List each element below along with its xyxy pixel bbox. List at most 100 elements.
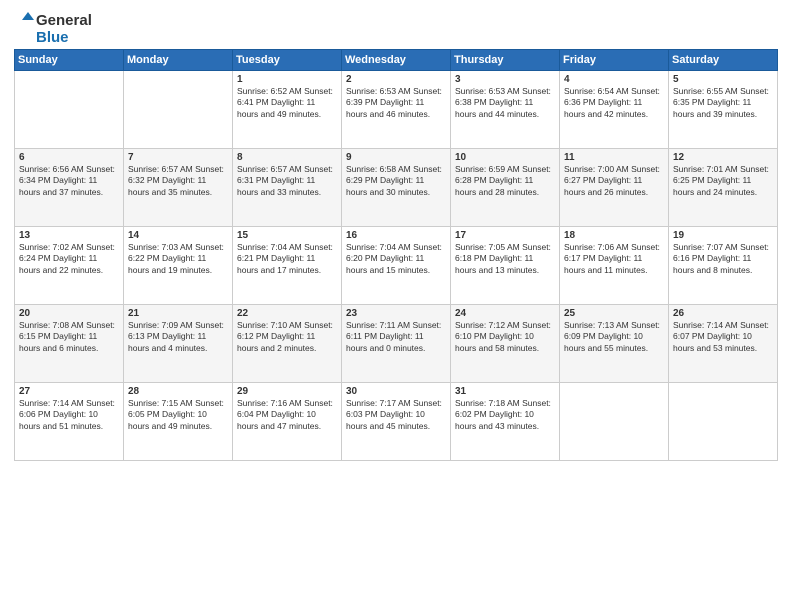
- day-number: 30: [346, 386, 446, 397]
- day-info: Sunrise: 7:09 AM Sunset: 6:13 PM Dayligh…: [128, 320, 228, 354]
- day-cell: 4Sunrise: 6:54 AM Sunset: 6:36 PM Daylig…: [560, 71, 669, 149]
- day-number: 9: [346, 152, 446, 163]
- day-info: Sunrise: 6:57 AM Sunset: 6:32 PM Dayligh…: [128, 164, 228, 198]
- day-number: 29: [237, 386, 337, 397]
- week-row-5: 27Sunrise: 7:14 AM Sunset: 6:06 PM Dayli…: [15, 383, 778, 461]
- day-cell: 7Sunrise: 6:57 AM Sunset: 6:32 PM Daylig…: [124, 149, 233, 227]
- day-number: 10: [455, 152, 555, 163]
- day-cell: 23Sunrise: 7:11 AM Sunset: 6:11 PM Dayli…: [342, 305, 451, 383]
- day-number: 18: [564, 230, 664, 241]
- weekday-header-row: SundayMondayTuesdayWednesdayThursdayFrid…: [15, 50, 778, 71]
- day-cell: 5Sunrise: 6:55 AM Sunset: 6:35 PM Daylig…: [669, 71, 778, 149]
- calendar-table: SundayMondayTuesdayWednesdayThursdayFrid…: [14, 49, 778, 461]
- day-number: 17: [455, 230, 555, 241]
- day-info: Sunrise: 6:52 AM Sunset: 6:41 PM Dayligh…: [237, 86, 337, 120]
- logo-general: General: [36, 13, 92, 28]
- weekday-header-sunday: Sunday: [15, 50, 124, 71]
- day-info: Sunrise: 7:14 AM Sunset: 6:07 PM Dayligh…: [673, 320, 773, 354]
- day-number: 5: [673, 74, 773, 85]
- day-cell: 30Sunrise: 7:17 AM Sunset: 6:03 PM Dayli…: [342, 383, 451, 461]
- weekday-header-monday: Monday: [124, 50, 233, 71]
- day-info: Sunrise: 7:16 AM Sunset: 6:04 PM Dayligh…: [237, 398, 337, 432]
- week-row-1: 1Sunrise: 6:52 AM Sunset: 6:41 PM Daylig…: [15, 71, 778, 149]
- day-number: 27: [19, 386, 119, 397]
- day-number: 12: [673, 152, 773, 163]
- day-info: Sunrise: 7:12 AM Sunset: 6:10 PM Dayligh…: [455, 320, 555, 354]
- weekday-header-thursday: Thursday: [451, 50, 560, 71]
- day-number: 20: [19, 308, 119, 319]
- day-info: Sunrise: 7:11 AM Sunset: 6:11 PM Dayligh…: [346, 320, 446, 354]
- day-cell: [15, 71, 124, 149]
- day-info: Sunrise: 7:14 AM Sunset: 6:06 PM Dayligh…: [19, 398, 119, 432]
- day-info: Sunrise: 7:10 AM Sunset: 6:12 PM Dayligh…: [237, 320, 337, 354]
- week-row-4: 20Sunrise: 7:08 AM Sunset: 6:15 PM Dayli…: [15, 305, 778, 383]
- day-number: 22: [237, 308, 337, 319]
- day-cell: 8Sunrise: 6:57 AM Sunset: 6:31 PM Daylig…: [233, 149, 342, 227]
- day-number: 23: [346, 308, 446, 319]
- day-info: Sunrise: 7:08 AM Sunset: 6:15 PM Dayligh…: [19, 320, 119, 354]
- day-cell: 26Sunrise: 7:14 AM Sunset: 6:07 PM Dayli…: [669, 305, 778, 383]
- day-cell: 6Sunrise: 6:56 AM Sunset: 6:34 PM Daylig…: [15, 149, 124, 227]
- day-number: 14: [128, 230, 228, 241]
- weekday-header-saturday: Saturday: [669, 50, 778, 71]
- day-number: 2: [346, 74, 446, 85]
- day-cell: 29Sunrise: 7:16 AM Sunset: 6:04 PM Dayli…: [233, 383, 342, 461]
- day-cell: 14Sunrise: 7:03 AM Sunset: 6:22 PM Dayli…: [124, 227, 233, 305]
- day-cell: 21Sunrise: 7:09 AM Sunset: 6:13 PM Dayli…: [124, 305, 233, 383]
- day-info: Sunrise: 6:58 AM Sunset: 6:29 PM Dayligh…: [346, 164, 446, 198]
- day-cell: 15Sunrise: 7:04 AM Sunset: 6:21 PM Dayli…: [233, 227, 342, 305]
- day-info: Sunrise: 7:04 AM Sunset: 6:21 PM Dayligh…: [237, 242, 337, 276]
- week-row-2: 6Sunrise: 6:56 AM Sunset: 6:34 PM Daylig…: [15, 149, 778, 227]
- day-number: 8: [237, 152, 337, 163]
- day-info: Sunrise: 6:53 AM Sunset: 6:39 PM Dayligh…: [346, 86, 446, 120]
- day-info: Sunrise: 6:57 AM Sunset: 6:31 PM Dayligh…: [237, 164, 337, 198]
- day-cell: 22Sunrise: 7:10 AM Sunset: 6:12 PM Dayli…: [233, 305, 342, 383]
- day-info: Sunrise: 7:13 AM Sunset: 6:09 PM Dayligh…: [564, 320, 664, 354]
- day-cell: 28Sunrise: 7:15 AM Sunset: 6:05 PM Dayli…: [124, 383, 233, 461]
- day-cell: [124, 71, 233, 149]
- day-info: Sunrise: 7:06 AM Sunset: 6:17 PM Dayligh…: [564, 242, 664, 276]
- day-info: Sunrise: 7:15 AM Sunset: 6:05 PM Dayligh…: [128, 398, 228, 432]
- calendar-container: General Blue SundayMondayTuesdayWednesda…: [0, 0, 792, 469]
- week-row-3: 13Sunrise: 7:02 AM Sunset: 6:24 PM Dayli…: [15, 227, 778, 305]
- logo-blue: Blue: [36, 30, 69, 45]
- day-info: Sunrise: 7:01 AM Sunset: 6:25 PM Dayligh…: [673, 164, 773, 198]
- day-info: Sunrise: 7:18 AM Sunset: 6:02 PM Dayligh…: [455, 398, 555, 432]
- day-info: Sunrise: 6:59 AM Sunset: 6:28 PM Dayligh…: [455, 164, 555, 198]
- day-cell: 19Sunrise: 7:07 AM Sunset: 6:16 PM Dayli…: [669, 227, 778, 305]
- day-cell: 1Sunrise: 6:52 AM Sunset: 6:41 PM Daylig…: [233, 71, 342, 149]
- day-number: 6: [19, 152, 119, 163]
- day-info: Sunrise: 7:00 AM Sunset: 6:27 PM Dayligh…: [564, 164, 664, 198]
- weekday-header-wednesday: Wednesday: [342, 50, 451, 71]
- day-number: 11: [564, 152, 664, 163]
- day-cell: 13Sunrise: 7:02 AM Sunset: 6:24 PM Dayli…: [15, 227, 124, 305]
- day-cell: 24Sunrise: 7:12 AM Sunset: 6:10 PM Dayli…: [451, 305, 560, 383]
- day-info: Sunrise: 6:54 AM Sunset: 6:36 PM Dayligh…: [564, 86, 664, 120]
- day-info: Sunrise: 7:03 AM Sunset: 6:22 PM Dayligh…: [128, 242, 228, 276]
- day-number: 26: [673, 308, 773, 319]
- day-number: 25: [564, 308, 664, 319]
- day-number: 24: [455, 308, 555, 319]
- day-info: Sunrise: 6:53 AM Sunset: 6:38 PM Dayligh…: [455, 86, 555, 120]
- day-number: 21: [128, 308, 228, 319]
- logo: General Blue: [14, 10, 92, 45]
- day-cell: 31Sunrise: 7:18 AM Sunset: 6:02 PM Dayli…: [451, 383, 560, 461]
- day-cell: 10Sunrise: 6:59 AM Sunset: 6:28 PM Dayli…: [451, 149, 560, 227]
- day-cell: 18Sunrise: 7:06 AM Sunset: 6:17 PM Dayli…: [560, 227, 669, 305]
- day-number: 13: [19, 230, 119, 241]
- day-cell: [669, 383, 778, 461]
- day-cell: 11Sunrise: 7:00 AM Sunset: 6:27 PM Dayli…: [560, 149, 669, 227]
- day-cell: 3Sunrise: 6:53 AM Sunset: 6:38 PM Daylig…: [451, 71, 560, 149]
- day-cell: 9Sunrise: 6:58 AM Sunset: 6:29 PM Daylig…: [342, 149, 451, 227]
- day-info: Sunrise: 6:56 AM Sunset: 6:34 PM Dayligh…: [19, 164, 119, 198]
- day-info: Sunrise: 7:07 AM Sunset: 6:16 PM Dayligh…: [673, 242, 773, 276]
- day-cell: 2Sunrise: 6:53 AM Sunset: 6:39 PM Daylig…: [342, 71, 451, 149]
- day-number: 15: [237, 230, 337, 241]
- day-cell: 20Sunrise: 7:08 AM Sunset: 6:15 PM Dayli…: [15, 305, 124, 383]
- day-number: 7: [128, 152, 228, 163]
- day-number: 28: [128, 386, 228, 397]
- day-cell: 12Sunrise: 7:01 AM Sunset: 6:25 PM Dayli…: [669, 149, 778, 227]
- day-number: 4: [564, 74, 664, 85]
- day-cell: 25Sunrise: 7:13 AM Sunset: 6:09 PM Dayli…: [560, 305, 669, 383]
- day-info: Sunrise: 7:17 AM Sunset: 6:03 PM Dayligh…: [346, 398, 446, 432]
